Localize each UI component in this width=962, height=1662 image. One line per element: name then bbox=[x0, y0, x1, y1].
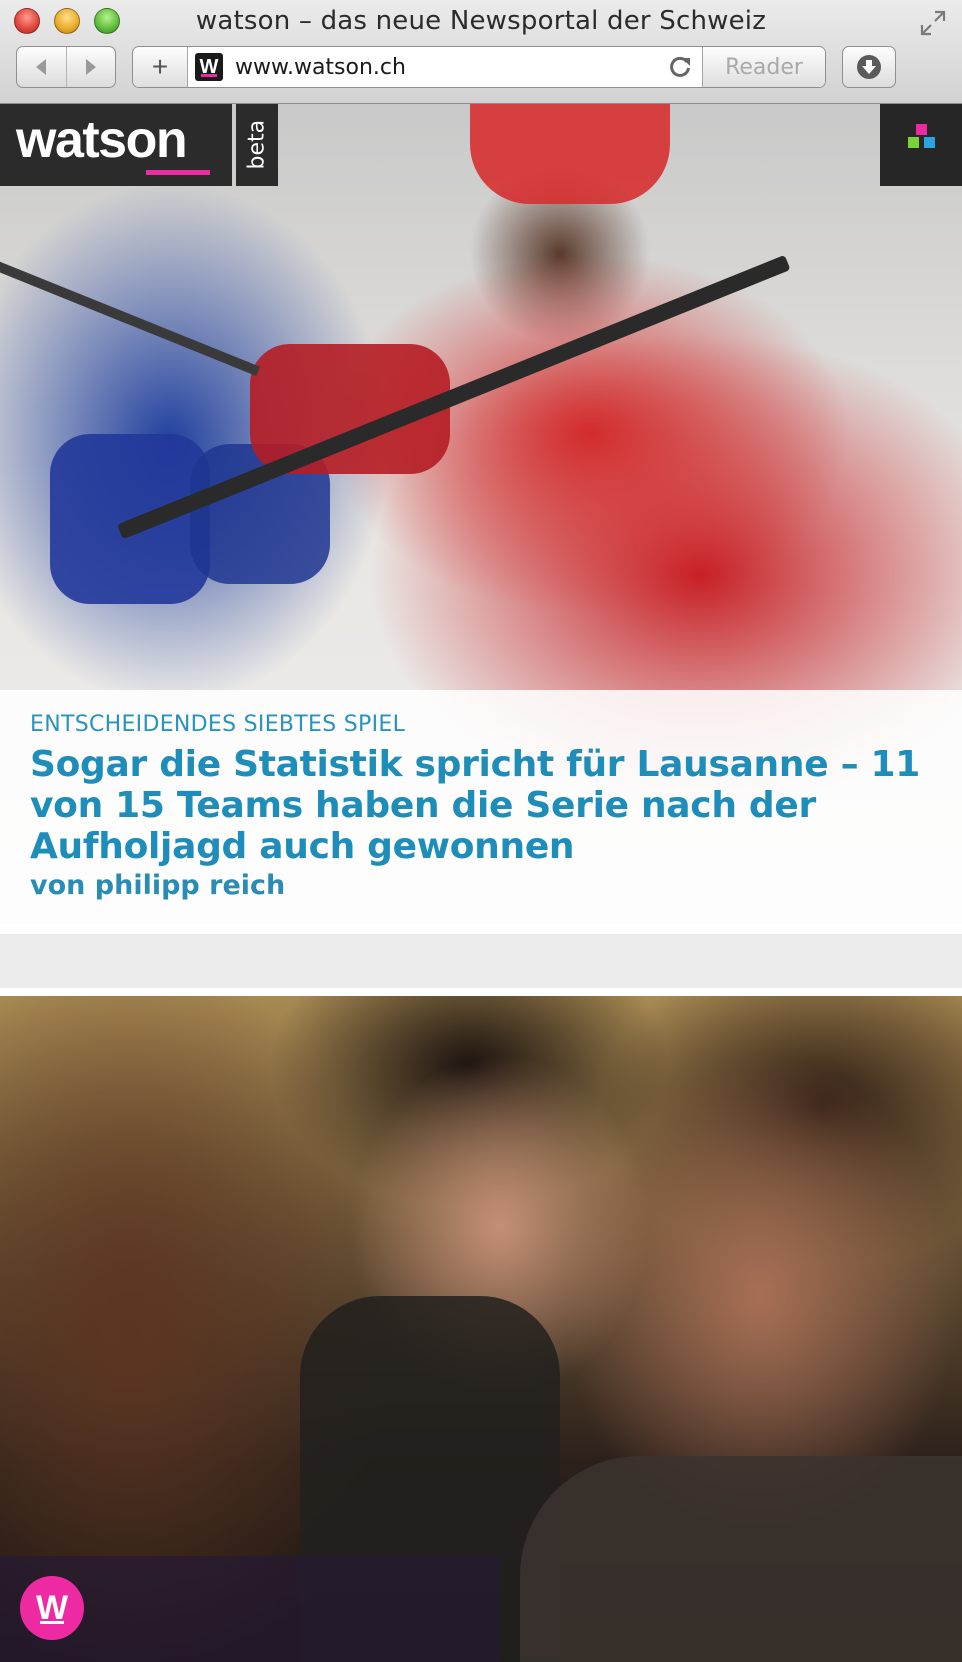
menu-square-green bbox=[908, 137, 919, 148]
history-navigation bbox=[16, 46, 116, 88]
menu-button[interactable] bbox=[880, 104, 962, 186]
add-bookmark-button[interactable]: + bbox=[133, 47, 188, 87]
browser-toolbar: watson – das neue Newsportal der Schweiz… bbox=[0, 0, 962, 104]
site-logo[interactable]: watson bbox=[0, 104, 232, 186]
site-favicon: W bbox=[195, 53, 223, 81]
photo2-shape-right bbox=[520, 1456, 962, 1662]
downloads-button[interactable] bbox=[842, 46, 896, 88]
reload-icon[interactable] bbox=[667, 54, 693, 80]
separator-2 bbox=[0, 988, 962, 996]
fullscreen-icon[interactable] bbox=[918, 8, 948, 38]
ad-placeholder-band bbox=[0, 934, 962, 988]
window-title: watson – das neue Newsportal der Schweiz bbox=[195, 6, 767, 36]
reader-button[interactable]: Reader bbox=[702, 47, 825, 87]
article-photo-people[interactable] bbox=[0, 996, 962, 1662]
beta-badge: beta bbox=[236, 104, 278, 186]
hero-shape-stick-left bbox=[0, 254, 261, 377]
separator bbox=[0, 924, 962, 934]
menu-square-blue bbox=[924, 137, 935, 148]
chevron-right-icon bbox=[85, 59, 96, 75]
url-text[interactable]: www.watson.ch bbox=[235, 55, 406, 80]
logo-underline bbox=[146, 170, 210, 175]
logo-text: watson bbox=[16, 111, 188, 169]
back-button[interactable] bbox=[17, 47, 66, 87]
article-headline[interactable]: Sogar die Statistik spricht für Lausanne… bbox=[30, 744, 930, 867]
site-header: watson beta bbox=[0, 104, 962, 186]
article-byline: von philipp reich bbox=[30, 870, 286, 901]
forward-button[interactable] bbox=[65, 47, 116, 87]
download-icon bbox=[857, 55, 881, 79]
watson-app-badge[interactable]: W bbox=[20, 1576, 84, 1640]
menu-square-pink bbox=[916, 124, 927, 135]
chevron-left-icon bbox=[36, 59, 47, 75]
beta-label: beta bbox=[244, 119, 270, 170]
article-kicker[interactable]: ENTSCHEIDENDES SIEBTES SPIEL bbox=[30, 712, 405, 737]
address-bar[interactable]: + W www.watson.ch Reader bbox=[132, 46, 826, 88]
hero-shape-stick bbox=[117, 254, 791, 540]
